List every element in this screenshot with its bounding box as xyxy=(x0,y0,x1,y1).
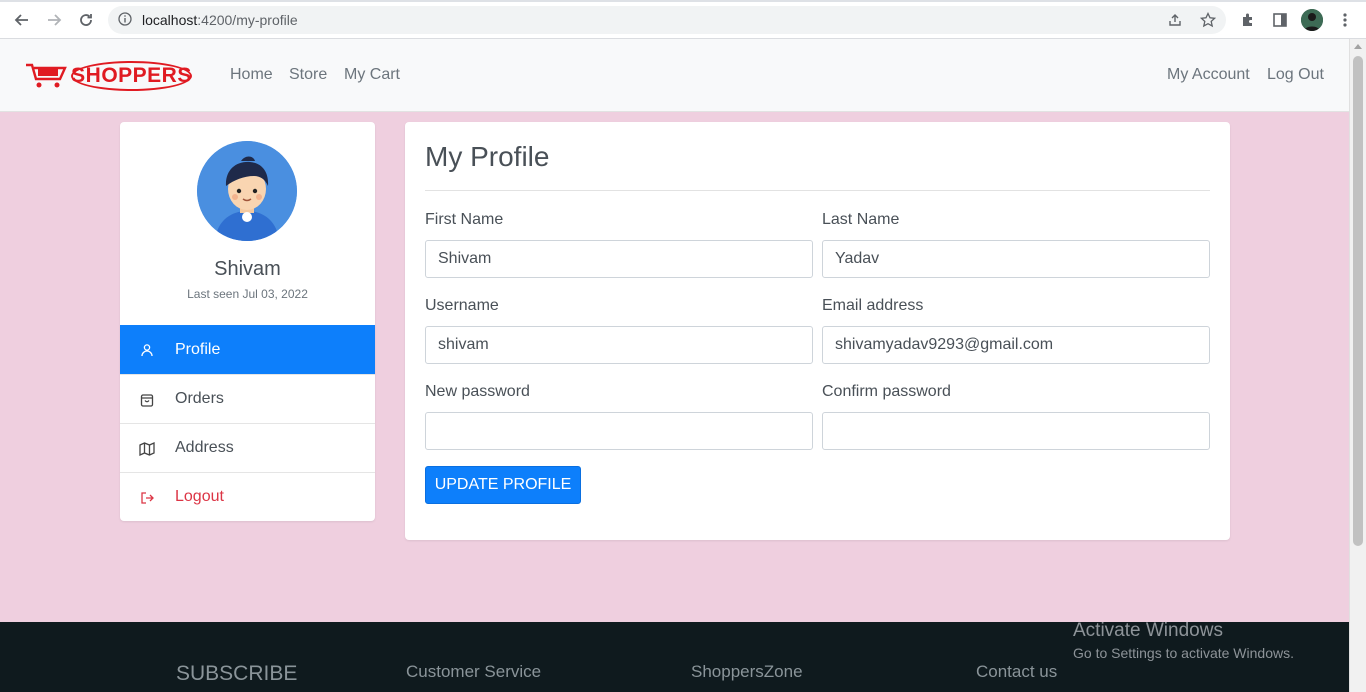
last-name-field[interactable] xyxy=(822,240,1210,278)
last-seen-text: Last seen Jul 03, 2022 xyxy=(187,287,308,301)
profile-name: Shivam xyxy=(214,258,281,280)
back-icon[interactable] xyxy=(10,8,34,32)
confirm-password-field[interactable] xyxy=(822,412,1210,450)
footer-customer-service-heading: Customer Service xyxy=(406,662,542,681)
watermark-subtitle: Go to Settings to activate Windows. xyxy=(1073,645,1294,661)
scroll-up-arrow-icon[interactable] xyxy=(1354,44,1362,49)
browser-menu-icon[interactable] xyxy=(1333,8,1357,32)
confirm-password-label: Confirm password xyxy=(822,383,951,400)
footer-contact-heading: Contact us xyxy=(976,662,1058,681)
site-navbar: SHOPPERS Home Store My Cart My Account L… xyxy=(0,39,1349,112)
logout-icon xyxy=(139,490,155,506)
sidebar-item-profile[interactable]: Profile xyxy=(120,325,375,374)
browser-toolbar: localhost:4200/my-profile xyxy=(0,0,1366,39)
watermark-title: Activate Windows xyxy=(1073,620,1223,641)
sidebar-item-address[interactable]: Address xyxy=(120,423,375,472)
last-name-label: Last Name xyxy=(822,211,900,228)
email-field[interactable] xyxy=(822,326,1210,364)
bag-icon xyxy=(139,392,155,408)
profile-sidebar: Shivam Last seen Jul 03, 2022 Profile Or… xyxy=(120,122,375,521)
site-info-icon[interactable] xyxy=(118,12,132,31)
page-title: My Profile xyxy=(425,141,550,172)
reload-icon[interactable] xyxy=(74,8,98,32)
nav-store-link[interactable]: Store xyxy=(289,66,327,84)
footer-subscribe-heading: SUBSCRIBE xyxy=(176,662,298,685)
cart-logo-icon xyxy=(26,63,67,88)
page-scrollbar[interactable] xyxy=(1349,39,1366,692)
bookmark-star-icon[interactable] xyxy=(1199,11,1217,33)
email-label: Email address xyxy=(822,297,924,314)
user-icon xyxy=(139,342,155,358)
url-path: :4200/my-profile xyxy=(197,12,298,28)
shoppers-logo[interactable]: SHOPPERS xyxy=(25,56,195,96)
activate-windows-watermark: Activate Windows Go to Settings to activ… xyxy=(1073,620,1294,661)
side-panel-icon[interactable] xyxy=(1268,8,1292,32)
first-name-field[interactable] xyxy=(425,240,813,278)
nav-my-account-link[interactable]: My Account xyxy=(1167,66,1250,84)
footer-shoppers-zone-heading: ShoppersZone xyxy=(691,662,803,681)
logo-text: SHOPPERS xyxy=(71,61,192,91)
url-text: localhost:4200/my-profile xyxy=(142,12,298,28)
sidebar-item-logout[interactable]: Logout xyxy=(120,472,375,521)
url-host: localhost xyxy=(142,12,198,28)
first-name-label: First Name xyxy=(425,211,504,228)
username-field[interactable] xyxy=(425,326,813,364)
profile-form-card: My Profile First Name Last Name Username… xyxy=(405,122,1230,540)
sidebar-item-label: Address xyxy=(175,439,234,456)
nav-logout-link[interactable]: Log Out xyxy=(1267,66,1324,84)
tab-strip-edge xyxy=(0,0,1366,2)
sidebar-item-label: Logout xyxy=(175,488,224,505)
update-profile-button[interactable]: UPDATE PROFILE xyxy=(425,466,581,504)
share-icon[interactable] xyxy=(1167,12,1183,33)
map-icon xyxy=(139,441,155,457)
scrollbar-thumb[interactable] xyxy=(1353,56,1363,546)
title-divider xyxy=(425,190,1210,191)
username-label: Username xyxy=(425,297,499,314)
browser-profile-avatar[interactable] xyxy=(1301,9,1323,31)
avatar xyxy=(197,141,297,241)
sidebar-item-orders[interactable]: Orders xyxy=(120,374,375,423)
extensions-icon[interactable] xyxy=(1236,8,1260,32)
forward-icon[interactable] xyxy=(42,8,66,32)
address-bar[interactable]: localhost:4200/my-profile xyxy=(108,6,1226,34)
sidebar-item-label: Profile xyxy=(175,340,221,358)
sidebar-item-label: Orders xyxy=(175,390,224,407)
nav-home-link[interactable]: Home xyxy=(230,66,273,84)
new-password-label: New password xyxy=(425,383,530,400)
nav-cart-link[interactable]: My Cart xyxy=(344,66,400,84)
new-password-field[interactable] xyxy=(425,412,813,450)
